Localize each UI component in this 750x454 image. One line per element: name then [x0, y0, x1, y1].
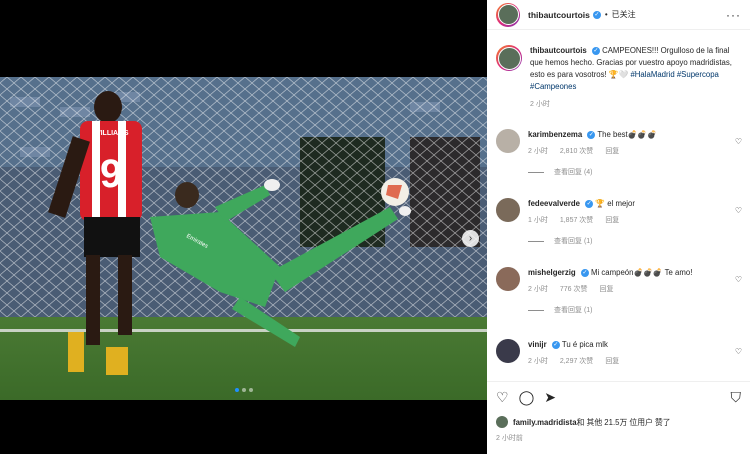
comment-time: 1 小时: [528, 217, 548, 224]
comment-time: 2 小时: [528, 358, 548, 365]
comment-likes[interactable]: 776 次赞: [560, 284, 588, 295]
view-replies-button[interactable]: 查看回复 (4): [528, 167, 728, 178]
caption-avatar[interactable]: [496, 45, 522, 71]
reply-button[interactable]: 回复: [605, 146, 619, 157]
next-photo-button[interactable]: ›: [462, 230, 479, 247]
likes-summary: family.madridista 和 其他 21.5万 位用户 赞了: [496, 416, 741, 428]
author-username[interactable]: thibautcourtois: [528, 10, 590, 20]
commenter-username[interactable]: vinijr: [528, 340, 547, 349]
heart-icon[interactable]: ♡: [735, 275, 742, 284]
commenter-username[interactable]: karimbenzema: [528, 130, 582, 139]
verified-icon: ✓: [580, 268, 589, 277]
verified-icon: ✓: [591, 46, 600, 55]
comment-text: The best💣💣💣: [597, 130, 657, 139]
liker-avatar[interactable]: [496, 416, 508, 428]
commenter-username[interactable]: fedeevalverde: [528, 199, 580, 208]
view-replies-button[interactable]: 查看回复 (1): [528, 236, 728, 247]
comment-likes[interactable]: 2,810 次赞: [560, 146, 593, 157]
commenter-avatar[interactable]: [496, 129, 520, 153]
follow-status-button[interactable]: 已关注: [612, 9, 636, 20]
more-options-icon[interactable]: ···: [726, 8, 741, 22]
heart-icon[interactable]: ♡: [735, 206, 742, 215]
view-replies-button[interactable]: 查看回复 (1): [528, 305, 728, 316]
reply-button[interactable]: 回复: [599, 284, 613, 295]
carousel-dot[interactable]: [248, 388, 253, 392]
comment-text: Mi campeón💣💣💣 Te amo!: [591, 268, 693, 277]
author-avatar[interactable]: [496, 2, 520, 27]
verified-icon: ✓: [551, 340, 560, 349]
comment-item: fedeevalverde ✓ 🏆 el mejor 1 小时 1,857 次赞…: [487, 198, 750, 247]
comment-text: Tu é pica mlk: [561, 340, 608, 349]
comment-item: vinijr ✓ Tu é pica mlk 2 小时 2,297 次赞 回复 …: [487, 339, 750, 367]
post-photo[interactable]: 9 WILLIAMS Emirates ›: [0, 77, 487, 400]
media-panel: 9 WILLIAMS Emirates ›: [0, 0, 487, 454]
commenter-avatar[interactable]: [496, 267, 520, 291]
shirt-number: 9: [100, 152, 122, 196]
verified-icon: ✓: [592, 10, 601, 19]
post-header: thibautcourtois ✓ • 已关注 ···: [487, 0, 750, 30]
liker-username[interactable]: family.madridista: [513, 418, 577, 427]
post-actions: ♡ ◯ ➤ ⛉ family.madridista 和 其他 21.5万 位用户…: [487, 381, 750, 443]
comment-time: 2 小时: [528, 148, 548, 155]
comments-section[interactable]: thibautcourtois ✓ CAMPEONES!!! Orgulloso…: [487, 31, 750, 381]
comment-item: mishelgerzig ✓ Mi campeón💣💣💣 Te amo! 2 小…: [487, 267, 750, 316]
share-icon[interactable]: ➤: [544, 389, 556, 406]
comment-item: karimbenzema ✓ The best💣💣💣 2 小时 2,810 次赞…: [487, 129, 750, 178]
like-icon[interactable]: ♡: [496, 389, 509, 406]
commenter-username[interactable]: mishelgerzig: [528, 268, 576, 277]
reply-button[interactable]: 回复: [605, 356, 619, 367]
caption-username[interactable]: thibautcourtois: [530, 46, 587, 55]
verified-icon: ✓: [585, 199, 594, 208]
comment-likes[interactable]: 2,297 次赞: [560, 356, 593, 367]
heart-icon[interactable]: ♡: [735, 137, 742, 146]
post-time: 2 小时前: [496, 435, 523, 442]
verified-icon: ✓: [587, 130, 596, 139]
reply-button[interactable]: 回复: [605, 215, 619, 226]
comment-text: 🏆 el mejor: [595, 199, 635, 208]
likes-text[interactable]: 和 其他 21.5万 位用户 赞了: [577, 417, 671, 428]
post-sidebar: thibautcourtois ✓ • 已关注 ··· thibautcourt…: [487, 0, 750, 454]
bookmark-icon[interactable]: ⛉: [731, 389, 742, 406]
carousel-dot[interactable]: [234, 388, 239, 392]
comment-likes[interactable]: 1,857 次赞: [560, 215, 593, 226]
photo-scene: 9 WILLIAMS Emirates: [0, 77, 487, 400]
carousel-dot[interactable]: [241, 388, 246, 392]
heart-icon[interactable]: ♡: [735, 347, 742, 356]
caption-time: 2 小时: [530, 101, 550, 108]
post-caption: thibautcourtois ✓ CAMPEONES!!! Orgulloso…: [487, 31, 750, 111]
carousel-dots: [0, 388, 487, 392]
comment-time: 2 小时: [528, 286, 548, 293]
separator-dot: •: [604, 10, 608, 19]
commenter-avatar[interactable]: [496, 198, 520, 222]
commenter-avatar[interactable]: [496, 339, 520, 363]
comment-icon[interactable]: ◯: [519, 389, 535, 406]
shirt-name: WILLIAMS: [94, 130, 129, 137]
